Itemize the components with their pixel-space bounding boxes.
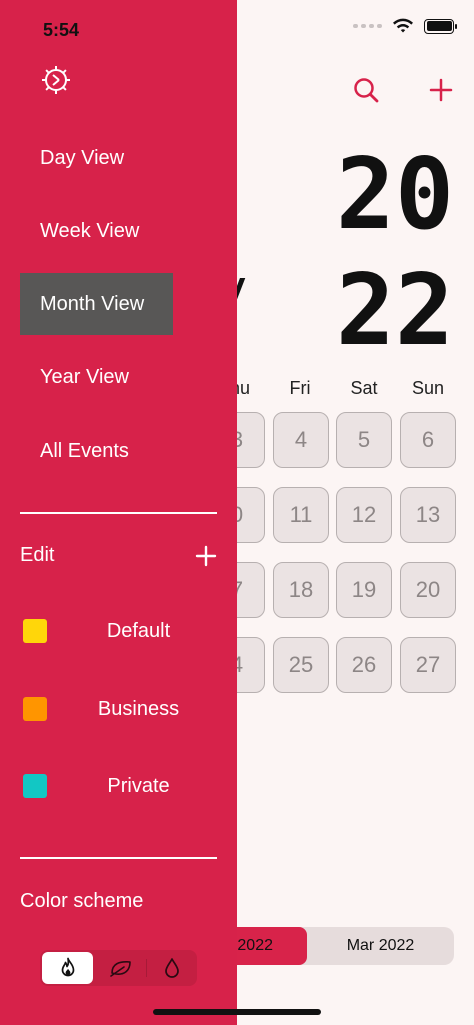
weekday-header: Sat: [350, 378, 378, 398]
color-swatch: [23, 697, 47, 721]
flame-icon: [61, 957, 74, 977]
scheme-option-leaf[interactable]: [95, 950, 146, 986]
leaf-icon: [109, 961, 131, 977]
color-swatch: [23, 774, 47, 798]
add-event-button[interactable]: [423, 72, 459, 108]
day-cell[interactable]: 4: [273, 412, 329, 468]
search-icon: [354, 78, 379, 103]
day-cell[interactable]: 13: [400, 487, 456, 543]
nav-week-view[interactable]: Week View: [20, 200, 173, 262]
gear-icon: [42, 66, 70, 94]
category-private[interactable]: Private: [20, 766, 217, 806]
day-cell[interactable]: 5: [336, 412, 392, 468]
category-business[interactable]: Business: [20, 689, 217, 729]
plus-icon: [429, 78, 453, 102]
scheme-option-flame[interactable]: [42, 952, 93, 984]
day-cell[interactable]: 27: [400, 637, 456, 693]
color-swatch: [23, 619, 47, 643]
wifi-icon: [393, 18, 413, 33]
home-indicator[interactable]: [153, 1009, 321, 1015]
plus-icon: [195, 545, 217, 567]
day-cell[interactable]: 18: [273, 562, 329, 618]
nav-day-view[interactable]: Day View: [20, 127, 173, 189]
nav-year-view[interactable]: Year View: [20, 346, 173, 408]
status-time: 5:54: [43, 20, 80, 40]
search-button[interactable]: [348, 72, 384, 108]
status-icons: [353, 18, 457, 34]
settings-button[interactable]: [38, 62, 74, 98]
color-scheme-selector: [40, 950, 197, 986]
weekday-header: Fri: [289, 378, 311, 398]
category-label: Business: [97, 698, 180, 720]
scheme-option-drop[interactable]: [146, 950, 197, 986]
add-category-button[interactable]: [194, 544, 218, 568]
divider: [20, 857, 217, 859]
category-default[interactable]: Default: [20, 611, 217, 651]
day-cell[interactable]: 26: [336, 637, 392, 693]
edit-categories-button[interactable]: Edit: [20, 544, 54, 567]
battery-icon: [424, 18, 457, 34]
day-cell[interactable]: 11: [273, 487, 329, 543]
year-display-bottom: 22: [335, 254, 454, 368]
day-cell[interactable]: 19: [336, 562, 392, 618]
year-display-top: 20: [335, 138, 454, 252]
day-cell[interactable]: 12: [336, 487, 392, 543]
day-cell[interactable]: 6: [400, 412, 456, 468]
next-month-button[interactable]: Mar 2022: [307, 927, 454, 965]
nav-all-events[interactable]: All Events: [20, 420, 173, 482]
divider: [20, 512, 217, 514]
signal-icon: [353, 24, 382, 28]
day-cell[interactable]: 25: [273, 637, 329, 693]
color-scheme-label: Color scheme: [20, 890, 144, 912]
nav-month-view[interactable]: Month View: [20, 273, 173, 335]
weekday-header: Sun: [411, 378, 445, 398]
category-label: Default: [106, 620, 171, 642]
day-cell[interactable]: 20: [400, 562, 456, 618]
drop-icon: [164, 958, 179, 978]
category-label: Private: [107, 775, 170, 797]
side-drawer: 5:54 Day View Week View Month View Year …: [0, 0, 237, 1025]
